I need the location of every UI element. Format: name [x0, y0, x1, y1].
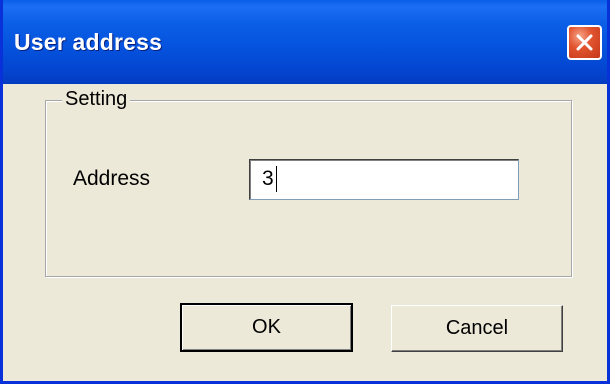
- setting-group-label: Setting: [62, 88, 131, 111]
- user-address-dialog: User address Setting Address 3 OK Cancel: [0, 0, 610, 384]
- address-input[interactable]: 3: [249, 159, 519, 200]
- close-x-icon: [576, 34, 593, 51]
- address-input-value: 3: [262, 167, 274, 190]
- address-label: Address: [73, 167, 151, 190]
- text-caret: [276, 166, 277, 192]
- close-button[interactable]: [567, 25, 602, 60]
- ok-button[interactable]: OK: [180, 303, 353, 352]
- title-bar[interactable]: User address: [3, 0, 607, 84]
- window-title: User address: [14, 29, 163, 55]
- cancel-button[interactable]: Cancel: [391, 305, 563, 352]
